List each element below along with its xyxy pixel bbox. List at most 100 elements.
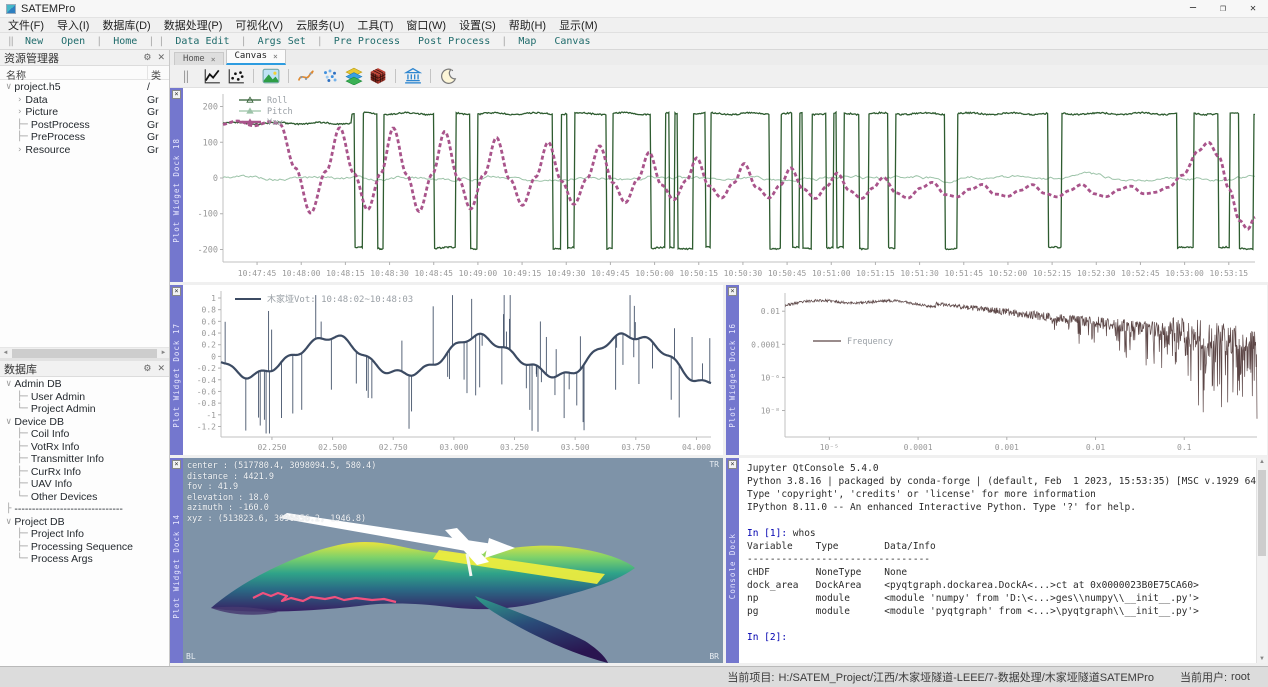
explorer-tree-item[interactable]: ├─PreProcessGr xyxy=(0,131,169,144)
ribbon-item-pre-process[interactable]: Pre Process xyxy=(334,36,400,47)
tree-item-label: Admin DB xyxy=(14,378,169,390)
attitude-dock: × Plot Widget Dock 18 2001000-100-20010:… xyxy=(170,88,1268,282)
menu-item-6[interactable]: 工具(T) xyxy=(357,17,393,33)
tab-canvas[interactable]: Canvas× xyxy=(226,49,286,65)
console-line: np module <module 'numpy' from 'D:\<...>… xyxy=(747,592,1253,605)
svg-text:10:53:15: 10:53:15 xyxy=(1210,269,1249,278)
menu-item-0[interactable]: 文件(F) xyxy=(8,17,44,33)
explorer-tree-item[interactable]: ├─PostProcessGr xyxy=(0,119,169,132)
ribbon-item-map[interactable]: Map xyxy=(518,36,536,47)
jupyter-console[interactable]: Jupyter QtConsole 5.4.0Python 3.8.16 | p… xyxy=(739,458,1267,663)
line-chart-icon[interactable] xyxy=(200,66,224,86)
dock-close-button[interactable]: × xyxy=(172,460,181,469)
database-tree-item[interactable]: ∨Admin DB xyxy=(0,378,169,391)
menu-item-10[interactable]: 显示(M) xyxy=(559,17,598,33)
layers-icon[interactable] xyxy=(342,66,366,86)
ribbon-item-post-process[interactable]: Post Process xyxy=(418,36,490,47)
menu-item-2[interactable]: 数据库(D) xyxy=(102,17,150,33)
tab-close-icon[interactable]: × xyxy=(273,52,278,61)
database-close-icon[interactable]: ✕ xyxy=(157,363,165,374)
database-tree-item[interactable]: ├─Project Info xyxy=(0,528,169,541)
menu-item-1[interactable]: 导入(I) xyxy=(57,17,89,33)
vot-dock-titlebar[interactable]: × Plot Widget Dock 17 xyxy=(170,285,183,455)
console-vscrollbar[interactable]: ▲ ▼ xyxy=(1256,458,1267,663)
database-tree-item[interactable]: ├─VotRx Info xyxy=(0,441,169,454)
menu-item-9[interactable]: 帮助(H) xyxy=(509,17,546,33)
dock-close-button[interactable]: × xyxy=(728,287,737,296)
tree-item-label: Other Devices xyxy=(31,491,169,503)
ribbon-item-canvas[interactable]: Canvas xyxy=(554,36,590,47)
scrollbar-thumb[interactable] xyxy=(1258,470,1266,556)
explorer-tree-item[interactable]: ∨project.h5/ xyxy=(0,81,169,94)
database-tree-item[interactable]: ├------------------------------- xyxy=(0,503,169,516)
column-name[interactable]: 名称 xyxy=(0,66,147,79)
database-tree-item[interactable]: ├─Processing Sequence xyxy=(0,541,169,554)
ribbon-toolbar: ‖NewOpen|Home||Data Edit|Args Set|Pre Pr… xyxy=(0,33,1268,50)
menu-item-4[interactable]: 可视化(V) xyxy=(235,17,283,33)
tree-item-label: project.h5 xyxy=(14,81,147,93)
scroll-left-icon[interactable]: ◄ xyxy=(0,350,11,356)
scatter-chart-icon[interactable] xyxy=(224,66,248,86)
dock-close-button[interactable]: × xyxy=(728,460,737,469)
maximize-button[interactable]: ❐ xyxy=(1208,0,1238,17)
tree-item-label: Device DB xyxy=(14,416,169,428)
database-settings-icon[interactable]: ⚙ xyxy=(143,363,151,374)
moon-icon[interactable] xyxy=(436,66,460,86)
close-button[interactable]: ✕ xyxy=(1238,0,1268,17)
database-tree-item[interactable]: ∨Project DB xyxy=(0,516,169,529)
tree-item-type: Gr xyxy=(147,119,169,131)
ribbon-item-args-set[interactable]: Args Set xyxy=(258,36,306,47)
ribbon-item-open[interactable]: Open xyxy=(61,36,85,47)
database-tree-item[interactable]: ├─Coil Info xyxy=(0,428,169,441)
frequency-dock-titlebar[interactable]: × Plot Widget Dock 16 xyxy=(726,285,739,455)
dock-close-button[interactable]: × xyxy=(172,287,181,296)
database-tree-item[interactable]: ├─User Admin xyxy=(0,391,169,404)
menu-item-5[interactable]: 云服务(U) xyxy=(296,17,344,33)
scroll-up-icon[interactable]: ▲ xyxy=(1257,459,1267,465)
ribbon-item-home[interactable]: Home xyxy=(113,36,137,47)
console-dock-titlebar[interactable]: × Console Dock xyxy=(726,458,739,663)
explorer-tree-item[interactable]: ›DataGr xyxy=(0,94,169,107)
svg-text:0.1: 0.1 xyxy=(1177,443,1192,452)
explorer-close-icon[interactable]: ✕ xyxy=(157,52,165,63)
scrollbar-thumb[interactable] xyxy=(12,349,157,358)
tree-item-label: PostProcess xyxy=(31,119,147,131)
database-tree-item[interactable]: └─Project Admin xyxy=(0,403,169,416)
voxel-cube-icon[interactable] xyxy=(366,66,390,86)
explorer-settings-icon[interactable]: ⚙ xyxy=(143,52,151,63)
attitude-dock-titlebar[interactable]: × Plot Widget Dock 18 xyxy=(170,88,183,282)
database-tree-item[interactable]: └─Other Devices xyxy=(0,491,169,504)
minimize-button[interactable]: ─ xyxy=(1178,0,1208,17)
database-tree-item[interactable]: ├─UAV Info xyxy=(0,478,169,491)
database-tree-item[interactable]: ├─CurRx Info xyxy=(0,466,169,479)
explorer-hscrollbar[interactable]: ◄ ► xyxy=(0,347,169,358)
tree-item-label: Data xyxy=(25,94,147,106)
branch-line: ├─ xyxy=(17,392,28,402)
menu-item-3[interactable]: 数据处理(P) xyxy=(164,17,223,33)
tab-home[interactable]: Home× xyxy=(174,52,224,65)
database-tree-item[interactable]: ├─Transmitter Info xyxy=(0,453,169,466)
database-tree-item[interactable]: └─Process Args xyxy=(0,553,169,566)
column-type[interactable]: 类 xyxy=(147,66,169,79)
image-icon[interactable] xyxy=(259,66,283,86)
toolbar-separator xyxy=(395,69,396,83)
svg-text:10:50:15: 10:50:15 xyxy=(679,269,718,278)
surface3d-dock-titlebar[interactable]: × Plot Widget Dock 14 xyxy=(170,458,183,663)
curve-fit-icon[interactable] xyxy=(294,66,318,86)
toolbar-separator xyxy=(430,69,431,83)
menu-item-7[interactable]: 窗口(W) xyxy=(406,17,446,33)
scroll-down-icon[interactable]: ▼ xyxy=(1257,656,1267,662)
menu-item-8[interactable]: 设置(S) xyxy=(459,17,496,33)
ribbon-item-new[interactable]: New xyxy=(25,36,43,47)
database-tree-item[interactable]: ∨Device DB xyxy=(0,416,169,429)
explorer-tree-item[interactable]: ›PictureGr xyxy=(0,106,169,119)
bank-icon[interactable] xyxy=(401,66,425,86)
dock-close-button[interactable]: × xyxy=(172,90,181,99)
ribbon-item-data-edit[interactable]: Data Edit xyxy=(175,36,229,47)
tab-close-icon[interactable]: × xyxy=(211,55,216,64)
scatter3d-icon[interactable] xyxy=(318,66,342,86)
tree-item-label: VotRx Info xyxy=(31,441,169,453)
scroll-right-icon[interactable]: ► xyxy=(158,350,169,356)
surface3d-view[interactable]: center : (517780.4, 3098094.5, 580.4)dis… xyxy=(183,458,723,663)
explorer-tree-item[interactable]: ›ResourceGr xyxy=(0,144,169,157)
